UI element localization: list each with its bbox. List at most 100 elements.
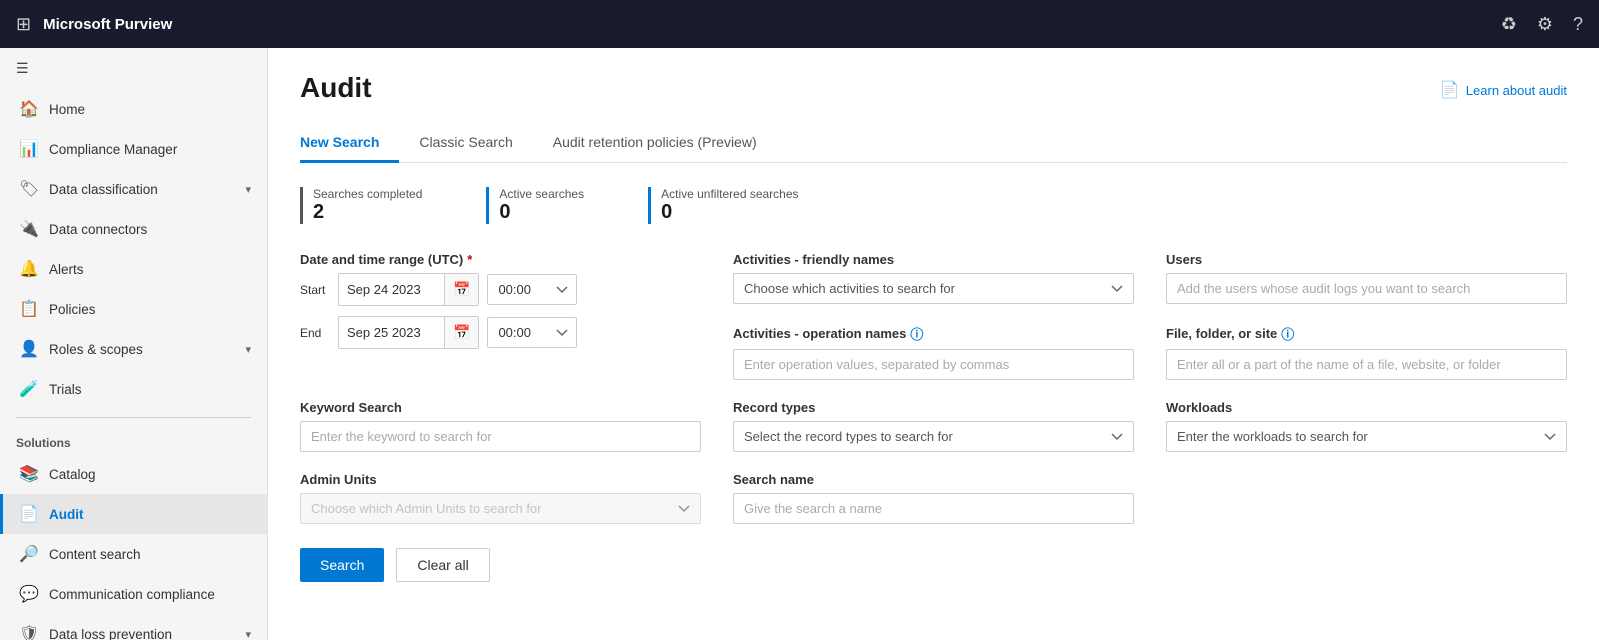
connectors-icon: 🔌 (19, 219, 39, 239)
stat-searches-completed: Searches completed 2 (300, 187, 454, 224)
file-folder-group: File, folder, or site ⓘ (1166, 324, 1567, 380)
content-area: Audit 📄 Learn about audit New Search Cla… (268, 48, 1599, 640)
admin-units-label: Admin Units (300, 472, 701, 487)
classification-icon: 🏷 (19, 179, 39, 199)
sidebar-item-content-search[interactable]: 🔎 Content search (0, 534, 267, 574)
stats-row: Searches completed 2 Active searches 0 A… (300, 187, 1567, 224)
sidebar-item-trials[interactable]: 🧪 Trials (0, 369, 267, 409)
record-types-select[interactable]: Select the record types to search for (733, 421, 1134, 452)
audit-icon: 📄 (19, 504, 39, 524)
help-icon[interactable]: ? (1573, 14, 1583, 35)
workloads-select[interactable]: Enter the workloads to search for (1166, 421, 1567, 452)
info-icon[interactable]: ⓘ (910, 324, 923, 343)
sidebar-item-compliance-manager[interactable]: 📊 Compliance Manager (0, 129, 267, 169)
sidebar-item-label: Alerts (49, 262, 84, 277)
clear-all-button[interactable]: Clear all (396, 548, 489, 582)
users-input[interactable] (1166, 273, 1567, 304)
activities-friendly-group: Activities - friendly names Choose which… (733, 252, 1134, 304)
end-date-wrapper: 📅 (338, 316, 479, 349)
app-title: Microsoft Purview (43, 16, 172, 33)
topbar-left: ⊞ Microsoft Purview (16, 14, 172, 35)
search-name-input[interactable] (733, 493, 1134, 524)
sidebar-item-data-loss-prevention[interactable]: 🛡 Data loss prevention ▾ (0, 614, 267, 640)
search-form: Date and time range (UTC) * Start 📅 00:0… (300, 252, 1567, 524)
start-time-select[interactable]: 00:00 01:00 12:00 23:00 (487, 274, 577, 305)
stat-active-searches: Active searches 0 (486, 187, 616, 224)
sidebar-item-label: Audit (49, 507, 84, 522)
date-range-group: Date and time range (UTC) * Start 📅 00:0… (300, 252, 701, 380)
alerts-icon: 🔔 (19, 259, 39, 279)
sidebar-item-data-classification[interactable]: 🏷 Data classification ▾ (0, 169, 267, 209)
admin-units-group: Admin Units Choose which Admin Units to … (300, 472, 701, 524)
tab-audit-retention[interactable]: Audit retention policies (Preview) (533, 124, 777, 163)
solutions-section-label: Solutions (0, 426, 267, 454)
settings-icon[interactable]: ⚙ (1537, 14, 1553, 35)
admin-units-select[interactable]: Choose which Admin Units to search for (300, 493, 701, 524)
communication-icon: 💬 (19, 584, 39, 604)
start-date-input[interactable] (339, 275, 444, 304)
chevron-down-icon: ▾ (245, 343, 251, 356)
keyword-search-input[interactable] (300, 421, 701, 452)
main-layout: ☰ 🏠 Home 📊 Compliance Manager 🏷 Data cla… (0, 48, 1599, 640)
sidebar-item-label: Communication compliance (49, 587, 215, 602)
sidebar-item-communication-compliance[interactable]: 💬 Communication compliance (0, 574, 267, 614)
action-row: Search Clear all (300, 548, 1567, 582)
sidebar-item-home[interactable]: 🏠 Home (0, 89, 267, 129)
dlp-icon: 🛡 (19, 624, 39, 640)
tab-classic-search[interactable]: Classic Search (399, 124, 532, 163)
sidebar-item-roles-scopes[interactable]: 👤 Roles & scopes ▾ (0, 329, 267, 369)
sidebar-item-data-connectors[interactable]: 🔌 Data connectors (0, 209, 267, 249)
date-range-inputs: Start 📅 00:00 01:00 12:00 23:00 (300, 273, 701, 349)
sidebar-item-catalog[interactable]: 📚 Catalog (0, 454, 267, 494)
sidebar-divider (16, 417, 251, 418)
sidebar-item-label: Home (49, 102, 85, 117)
copilot-icon[interactable]: ♻ (1501, 14, 1517, 35)
sidebar-item-audit[interactable]: 📄 Audit (0, 494, 267, 534)
end-date-row: End 📅 00:00 01:00 12:00 23:00 (300, 316, 701, 349)
topbar: ⊞ Microsoft Purview ♻ ⚙ ? (0, 0, 1599, 48)
workloads-label: Workloads (1166, 400, 1567, 415)
keyword-search-label: Keyword Search (300, 400, 701, 415)
sidebar-item-label: Catalog (49, 467, 96, 482)
roles-icon: 👤 (19, 339, 39, 359)
file-folder-input[interactable] (1166, 349, 1567, 380)
activities-friendly-select[interactable]: Choose which activities to search for (733, 273, 1134, 304)
search-name-group: Search name (733, 472, 1134, 524)
date-range-label: Date and time range (UTC) * (300, 252, 701, 267)
sidebar-toggle[interactable]: ☰ (0, 48, 267, 89)
end-time-select[interactable]: 00:00 01:00 12:00 23:00 (487, 317, 577, 348)
grid-icon[interactable]: ⊞ (16, 14, 31, 35)
sidebar-item-label: Data classification (49, 182, 158, 197)
record-types-group: Record types Select the record types to … (733, 400, 1134, 452)
info-icon[interactable]: ⓘ (1281, 324, 1294, 343)
end-date-input[interactable] (339, 318, 444, 347)
keyword-search-group: Keyword Search (300, 400, 701, 452)
calendar-icon[interactable]: 📅 (444, 274, 478, 305)
activities-friendly-label: Activities - friendly names (733, 252, 1134, 267)
sidebar-nav: 🏠 Home 📊 Compliance Manager 🏷 Data class… (0, 89, 267, 640)
content-search-icon: 🔎 (19, 544, 39, 564)
activities-op-label: Activities - operation names ⓘ (733, 324, 1134, 343)
document-icon: 📄 (1440, 80, 1460, 100)
workloads-group: Workloads Enter the workloads to search … (1166, 400, 1567, 452)
users-group: Users (1166, 252, 1567, 304)
tabs-container: New Search Classic Search Audit retentio… (300, 124, 1567, 163)
sidebar-item-alerts[interactable]: 🔔 Alerts (0, 249, 267, 289)
trials-icon: 🧪 (19, 379, 39, 399)
sidebar-item-label: Roles & scopes (49, 342, 143, 357)
sidebar-item-policies[interactable]: 📋 Policies (0, 289, 267, 329)
search-name-label: Search name (733, 472, 1134, 487)
tab-new-search[interactable]: New Search (300, 124, 399, 163)
search-button[interactable]: Search (300, 548, 384, 582)
chevron-down-icon: ▾ (245, 183, 251, 196)
file-folder-label: File, folder, or site ⓘ (1166, 324, 1567, 343)
content-header: Audit 📄 Learn about audit (300, 72, 1567, 104)
home-icon: 🏠 (19, 99, 39, 119)
learn-about-audit-link[interactable]: 📄 Learn about audit (1440, 72, 1567, 100)
sidebar-item-label: Content search (49, 547, 141, 562)
calendar-icon[interactable]: 📅 (444, 317, 478, 348)
start-date-row: Start 📅 00:00 01:00 12:00 23:00 (300, 273, 701, 306)
sidebar-item-label: Trials (49, 382, 82, 397)
start-date-wrapper: 📅 (338, 273, 479, 306)
activities-op-input[interactable] (733, 349, 1134, 380)
